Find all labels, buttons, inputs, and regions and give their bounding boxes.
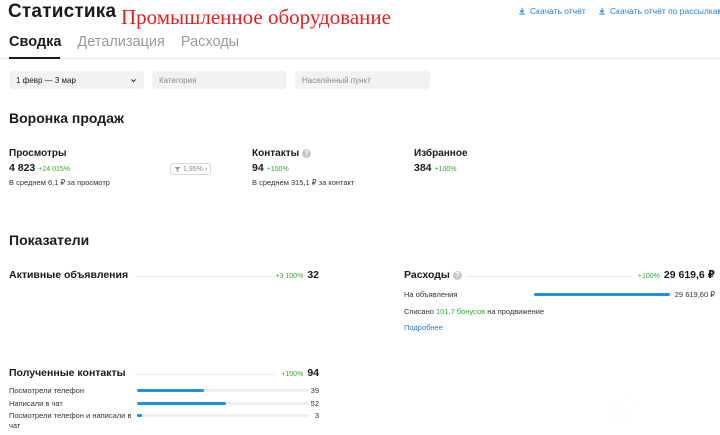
- contact-row-value: 3: [314, 411, 319, 420]
- views-label: Просмотры: [9, 148, 67, 159]
- bonus-line: Списано 101,7 бонусов на продвижение: [404, 307, 544, 316]
- favorites-value-row: 384 +100%: [414, 162, 457, 174]
- contacts-average: В среднем 315,1 ₽ за контакт: [252, 178, 355, 187]
- tab-expenses[interactable]: Расходы: [181, 34, 239, 50]
- received-contacts-divider: [135, 374, 275, 375]
- overlay-title: Промышленное оборудование: [121, 5, 391, 29]
- favorites-value: 384: [414, 162, 432, 174]
- chevron-right-icon: ›: [204, 165, 208, 173]
- contacts-label-row: Контакты?: [252, 148, 312, 159]
- tab-divider: [0, 58, 720, 59]
- contact-row-bar: [137, 414, 309, 417]
- page-title: Статистика: [8, 1, 117, 22]
- expenses-value: 29 619,6 ₽: [663, 269, 715, 281]
- contacts-value-row: 94 +100%: [252, 162, 289, 174]
- tab-summary[interactable]: Сводка: [9, 34, 61, 50]
- category-placeholder: Категория: [159, 75, 197, 85]
- expenses-ads-label: На объявления: [404, 290, 458, 299]
- contact-row-bar-fill: [137, 414, 143, 417]
- category-select[interactable]: Категория: [152, 71, 287, 89]
- download-icon: [599, 7, 605, 15]
- tab-details[interactable]: Детализация: [77, 34, 164, 50]
- contact-row-bar-fill: [137, 402, 227, 405]
- chevron-down-icon: [131, 78, 136, 82]
- contacts-value: 94: [252, 162, 264, 174]
- bonus-prefix: Списано: [404, 307, 434, 316]
- expenses-label: Расходы: [404, 269, 450, 281]
- download-icon: [519, 7, 525, 15]
- conversion-badge: 1,95% ›: [170, 163, 212, 175]
- download-mailing-report-link[interactable]: Скачать отчёт по рассылкам: [598, 6, 720, 16]
- received-contacts-value: 94: [307, 367, 319, 379]
- contact-row-label: Написали в чат: [9, 399, 63, 408]
- favorites-delta: +100%: [434, 166, 457, 173]
- indicators-title: Показатели: [9, 232, 90, 248]
- avito-watermark: Avito: [610, 397, 698, 421]
- bonus-amount: 101,7 бонусов: [436, 307, 486, 316]
- expenses-ads-value: 29 619,60 ₽: [674, 290, 715, 299]
- avito-logo-icon: [610, 397, 634, 421]
- contact-row-label: Посмотрели телефон: [9, 386, 84, 395]
- download-mailing-label: Скачать отчёт по рассылкам: [610, 6, 720, 16]
- contacts-delta: +100%: [266, 166, 289, 173]
- download-report-label: Скачать отчёт: [530, 6, 586, 16]
- views-value-row: 4 823 +24 015%: [9, 162, 70, 174]
- details-link[interactable]: Подробнее: [404, 323, 443, 332]
- contact-row-bar-fill: [137, 389, 205, 392]
- conversion-value: 1,95%: [183, 165, 203, 173]
- expenses-ads-bar-fill: [534, 293, 670, 296]
- contact-row-label: Посмотрели телефон и написали в чат: [9, 411, 132, 430]
- received-contacts-value-row: +100% 94: [220, 367, 319, 379]
- contact-row-value: 39: [310, 386, 319, 395]
- avito-watermark-text: Avito: [637, 397, 698, 421]
- contact-row-bar: [137, 389, 309, 392]
- active-tab-indicator: [9, 57, 60, 59]
- help-icon[interactable]: ?: [302, 149, 312, 158]
- active-ads-value: 32: [307, 269, 319, 281]
- help-icon[interactable]: ?: [452, 271, 462, 280]
- received-contacts-delta: +100%: [281, 371, 304, 378]
- bonus-suffix: на продвижение: [487, 307, 545, 316]
- tab-bar: Сводка Детализация Расходы: [9, 34, 239, 50]
- active-ads-divider: [135, 276, 275, 277]
- contact-row-bar: [137, 402, 309, 405]
- favorites-label: Избранное: [414, 148, 468, 159]
- city-placeholder: Населённый пункт: [302, 75, 371, 85]
- expenses-value-row: +100% 29 619,6 ₽: [560, 269, 715, 281]
- city-select[interactable]: Населённый пункт: [295, 71, 430, 89]
- download-report-link[interactable]: Скачать отчёт: [518, 6, 586, 16]
- funnel-icon: [174, 166, 181, 172]
- expenses-label-row: Расходы?: [404, 269, 462, 281]
- expenses-divider: [467, 276, 632, 277]
- expenses-ads-bar: [534, 293, 670, 296]
- date-range-select[interactable]: 1 февр — 3 мар: [9, 71, 144, 89]
- views-average: В среднем 6,1 ₽ за просмотр: [9, 178, 110, 187]
- funnel-title: Воронка продаж: [9, 110, 124, 126]
- active-ads-delta: +3 100%: [275, 273, 304, 280]
- contacts-label: Контакты: [252, 148, 300, 159]
- views-value: 4 823: [9, 162, 36, 174]
- expenses-delta: +100%: [637, 273, 660, 280]
- date-range-value: 1 февр — 3 мар: [16, 75, 76, 85]
- active-ads-value-row: +3 100% 32: [220, 269, 319, 281]
- contact-row-value: 52: [310, 399, 319, 408]
- active-ads-label: Активные объявления: [9, 269, 129, 281]
- received-contacts-label: Полученные контакты: [9, 367, 126, 379]
- views-delta: +24 015%: [38, 166, 71, 173]
